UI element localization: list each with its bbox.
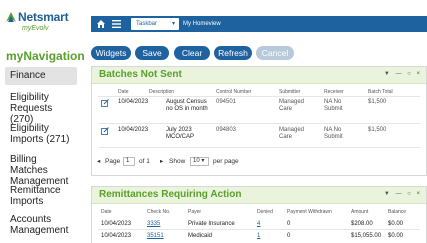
- pager-of-label: of 1: [139, 158, 150, 165]
- panel-header: Batches Not Sent ▼ — ○ ×: [92, 67, 426, 84]
- column-header: Description: [149, 89, 175, 95]
- cell-receiver: NA No Submit: [324, 99, 343, 112]
- column-header: Batch Total: [368, 89, 393, 95]
- column-header: Amount: [351, 209, 369, 215]
- panel-title: Remittances Requiring Action: [99, 189, 242, 200]
- column-header: Submitter: [279, 89, 301, 95]
- denied-count-link[interactable]: 1: [257, 233, 260, 240]
- cell-description: July 2023 MCO/CAP: [166, 127, 195, 140]
- nav-title: myNavigation: [6, 49, 85, 63]
- cell-amount: $208.00: [351, 221, 373, 227]
- edit-icon[interactable]: [101, 99, 109, 107]
- next-page-icon[interactable]: ▸: [160, 157, 163, 166]
- netsmart-logo-icon: [6, 12, 16, 22]
- cell-date: 10/04/2023: [101, 233, 132, 239]
- cell-control-number: 094501: [216, 99, 237, 105]
- column-header: Payer: [188, 209, 202, 215]
- page-number-input[interactable]: 1: [123, 157, 135, 166]
- tab-taskbar[interactable]: Taskbar ▾: [131, 18, 179, 30]
- check-number-link[interactable]: 35151: [147, 233, 164, 240]
- column-header: Control Number: [216, 89, 252, 95]
- column-header: Denied: [257, 209, 273, 215]
- column-header: Date: [101, 209, 112, 215]
- cell-payer: Private Insurance: [188, 221, 235, 227]
- page-size-select[interactable]: 10 ▾: [190, 157, 209, 166]
- sidebar-item-finance[interactable]: Finance: [5, 67, 77, 85]
- panel-title: Batches Not Sent: [99, 69, 182, 80]
- hamburger-icon[interactable]: [112, 20, 121, 28]
- cell-balance: $0.00: [388, 221, 404, 227]
- cell-payment-withdrawn: 0: [287, 221, 291, 227]
- top-bar: Taskbar ▾ My Homeview: [91, 16, 427, 32]
- pager-show-label: Show: [169, 158, 186, 165]
- panel-tools-icons[interactable]: ▼ — ○ ×: [384, 71, 422, 77]
- pager-page-label: Page: [105, 158, 121, 165]
- batches-not-sent-panel: Batches Not Sent ▼ — ○ × Date Descriptio…: [91, 66, 427, 176]
- cancel-button[interactable]: Cancel: [256, 46, 294, 60]
- column-header: Balance: [388, 209, 407, 215]
- cell-batch-total: $1,500: [368, 99, 387, 105]
- brand-name: Netsmart: [18, 10, 69, 24]
- cell-submitter: Managed Care: [279, 127, 305, 140]
- sidebar-item-accounts-management[interactable]: Accounts Management: [5, 214, 77, 236]
- refresh-button[interactable]: Refresh: [214, 46, 252, 60]
- divider: [98, 123, 420, 124]
- cell-control-number: 094803: [216, 127, 237, 133]
- panel-tools-icons[interactable]: ▼ — ○ ×: [384, 191, 422, 197]
- divider: [98, 147, 420, 148]
- check-number-link[interactable]: 3335: [147, 221, 160, 228]
- widgets-button[interactable]: Widgets: [91, 46, 131, 60]
- cell-date: 10/04/2023: [101, 221, 132, 227]
- brand-sub: myEvolv: [22, 25, 49, 32]
- remittances-panel: Remittances Requiring Action ▼ — ○ × Dat…: [91, 186, 427, 243]
- divider: [98, 229, 420, 230]
- cell-batch-total: $1,500: [368, 127, 387, 133]
- prev-page-icon[interactable]: ◂: [97, 157, 100, 166]
- column-header: Payment Withdrawn: [287, 209, 332, 215]
- cell-description: August Census no OS in month: [166, 99, 208, 112]
- cell-date: 10/04/2023: [118, 99, 149, 105]
- cell-balance: $0.00: [388, 233, 404, 239]
- home-icon[interactable]: [96, 19, 106, 29]
- tab-taskbar-label: Taskbar: [136, 21, 158, 27]
- sidebar-item-billing-matches[interactable]: Billing Matches Management: [5, 154, 77, 187]
- column-header: Check No.: [147, 209, 171, 215]
- denied-count-link[interactable]: 4: [257, 221, 260, 228]
- panel-header: Remittances Requiring Action ▼ — ○ ×: [92, 187, 426, 204]
- cell-submitter: Managed Care: [279, 99, 305, 112]
- edit-icon[interactable]: [101, 127, 109, 135]
- netsmart-logo: Netsmart myEvolv: [4, 9, 84, 39]
- clear-button[interactable]: Clear: [174, 46, 210, 60]
- sidebar-item-eligibility-imports[interactable]: Eligibility Imports (271): [5, 123, 77, 145]
- column-header: Date: [118, 89, 129, 95]
- pager-per-page-label: per page: [213, 158, 239, 165]
- tab-my-homeview[interactable]: My Homeview: [183, 19, 221, 29]
- sidebar-item-remittance-imports[interactable]: Remittance Imports: [5, 185, 77, 207]
- column-header: Receiver: [324, 89, 344, 95]
- page-size-value: 10: [193, 158, 200, 164]
- sidebar-item-eligibility-requests[interactable]: Eligibility Requests (270): [5, 92, 77, 125]
- sidebar: Netsmart myEvolv myNavigation Finance El…: [0, 0, 85, 243]
- cell-amount: $15,055.00: [351, 233, 382, 239]
- save-button[interactable]: Save: [135, 46, 169, 60]
- cell-payer: Medicaid: [188, 233, 213, 239]
- cell-receiver: NA No Submit: [324, 127, 343, 140]
- chevron-down-icon: ▾: [171, 21, 175, 27]
- cell-date: 10/04/2023: [118, 127, 149, 133]
- cell-payment-withdrawn: 0: [287, 233, 291, 239]
- divider: [98, 96, 420, 97]
